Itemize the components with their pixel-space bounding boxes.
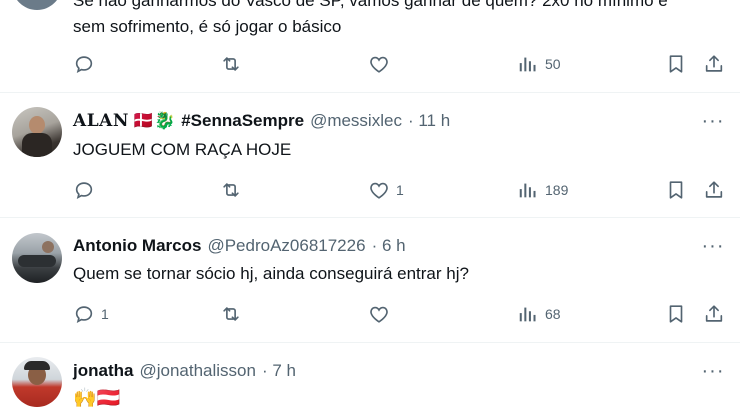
views-button[interactable]: 68 [517, 299, 561, 329]
post-time[interactable]: · 11 h [408, 111, 450, 131]
views-icon [519, 307, 536, 322]
bookmark-icon [669, 181, 683, 199]
post-time[interactable]: · 6 h [372, 236, 406, 256]
bookmark-icon [669, 305, 683, 323]
post-2[interactable]: Antonio Marcos @PedroAz06817226 · 6 h ··… [0, 218, 740, 342]
post-text: Quem se tornar sócio hj, ainda conseguir… [73, 264, 469, 283]
bookmark-icon [669, 55, 683, 73]
author-name[interactable]: ALAN [73, 111, 129, 131]
more-icon[interactable]: ··· [702, 235, 724, 257]
avatar[interactable] [12, 0, 62, 10]
bookmark-button[interactable] [665, 299, 687, 329]
share-icon [705, 181, 723, 198]
avatar[interactable] [12, 233, 62, 283]
name-emoji: 🇩🇰🐉 [132, 111, 176, 130]
share-icon [705, 305, 723, 322]
avatar[interactable] [12, 357, 62, 407]
repost-icon [223, 183, 239, 197]
post-text: Se não ganharmos do Vasco de SP, vamos g… [73, 0, 723, 40]
post-text-line-1: Se não ganharmos do Vasco de SP, vamos g… [73, 0, 668, 10]
views-button[interactable]: 189 [517, 175, 568, 205]
like-button[interactable] [368, 49, 396, 79]
reply-button[interactable]: 1 [73, 299, 109, 329]
post-actions: 1 189 [0, 175, 740, 205]
name-hashtag[interactable]: #SennaSempre [181, 111, 304, 131]
reply-button[interactable] [73, 49, 101, 79]
post-text: JOGUEM COM RAÇA HOJE [73, 140, 292, 159]
post-0[interactable]: Se não ganharmos do Vasco de SP, vamos g… [0, 0, 740, 92]
like-icon [370, 306, 388, 323]
post-header: ALAN 🇩🇰🐉 #SennaSempre @messixlec · 11 h [73, 109, 450, 133]
reply-icon [75, 306, 93, 323]
avatar[interactable] [12, 107, 62, 157]
post-header: jonatha @jonathalisson · 7 h [73, 359, 296, 383]
post-text-line-2: sem sofrimento, é só jogar o básico [73, 17, 342, 36]
like-button[interactable]: 1 [368, 175, 404, 205]
repost-icon [223, 307, 239, 321]
repost-button[interactable] [220, 299, 248, 329]
bookmark-button[interactable] [665, 49, 687, 79]
post-text: 🙌🇦🇹 [73, 388, 121, 409]
share-button[interactable] [703, 49, 725, 79]
author-name[interactable]: jonatha [73, 361, 133, 381]
reply-button[interactable] [73, 175, 101, 205]
post-actions: 1 68 [0, 299, 740, 329]
post-actions: 50 [0, 49, 740, 79]
repost-button[interactable] [220, 175, 248, 205]
bookmark-button[interactable] [665, 175, 687, 205]
views-icon [519, 183, 536, 198]
author-handle[interactable]: @jonathalisson [139, 361, 256, 381]
share-button[interactable] [703, 299, 725, 329]
post-time[interactable]: · 7 h [262, 361, 296, 381]
author-handle[interactable]: @PedroAz06817226 [207, 236, 365, 256]
repost-button[interactable] [220, 49, 248, 79]
repost-icon [223, 57, 239, 71]
author-name[interactable]: Antonio Marcos [73, 236, 201, 256]
share-button[interactable] [703, 175, 725, 205]
like-icon [370, 182, 388, 199]
views-button[interactable]: 50 [517, 49, 561, 79]
like-button[interactable] [368, 299, 396, 329]
share-icon [705, 55, 723, 72]
more-icon[interactable]: ··· [702, 110, 724, 132]
post-1[interactable]: ALAN 🇩🇰🐉 #SennaSempre @messixlec · 11 h … [0, 93, 740, 217]
views-icon [519, 57, 536, 72]
reply-icon [75, 56, 93, 73]
more-icon[interactable]: ··· [702, 360, 724, 382]
reply-icon [75, 182, 93, 199]
post-header: Antonio Marcos @PedroAz06817226 · 6 h [73, 234, 406, 258]
like-icon [370, 56, 388, 73]
post-3[interactable]: jonatha @jonathalisson · 7 h ··· 🙌🇦🇹 [0, 343, 740, 416]
author-handle[interactable]: @messixlec [310, 111, 402, 131]
